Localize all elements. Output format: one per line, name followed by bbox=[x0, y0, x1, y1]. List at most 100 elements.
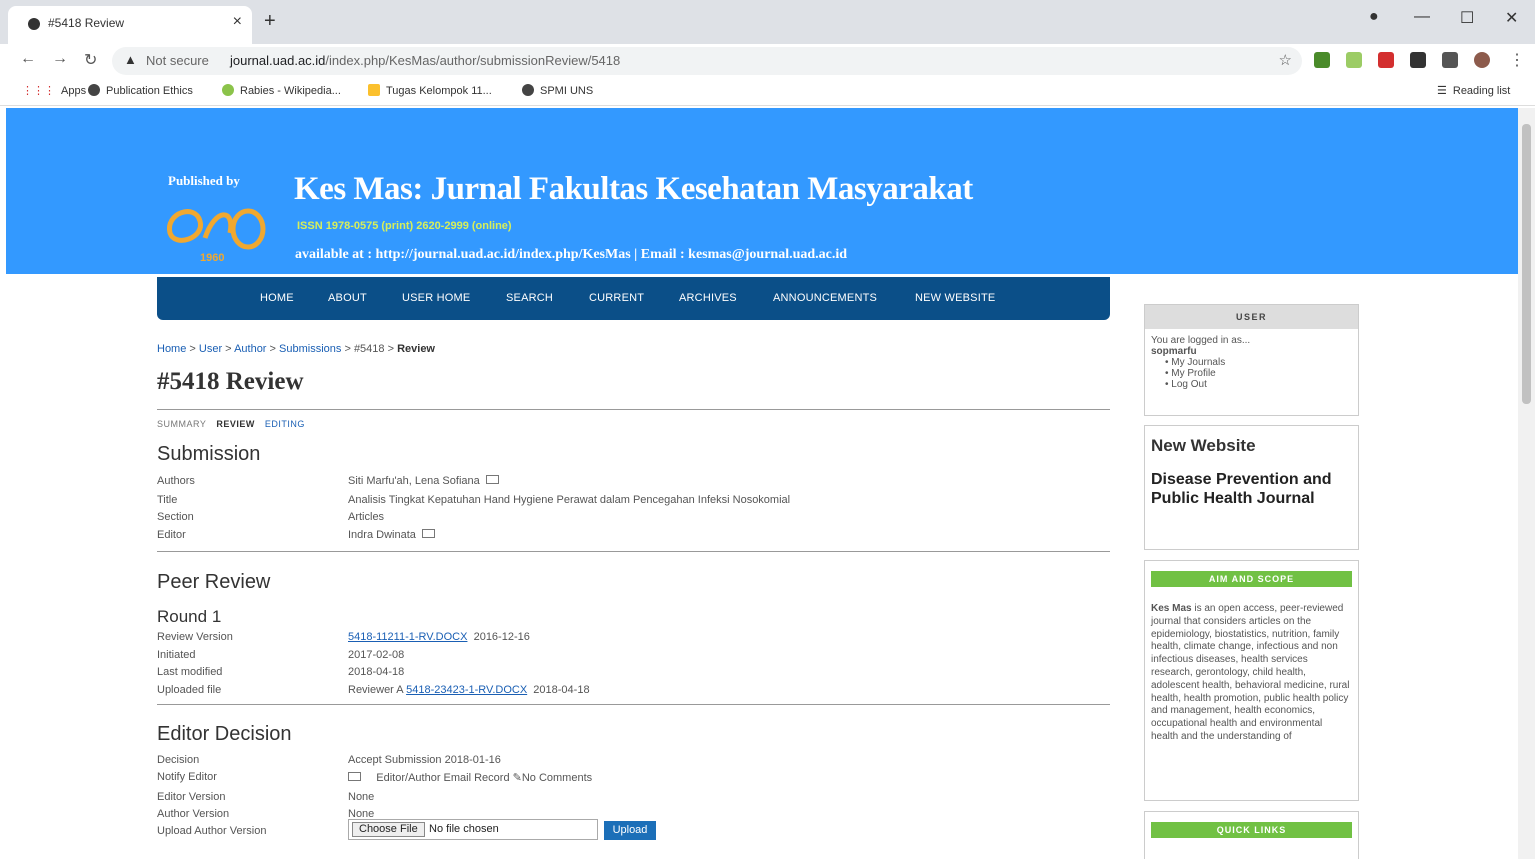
breadcrumb-author[interactable]: Author bbox=[234, 343, 266, 355]
breadcrumb-home[interactable]: Home bbox=[157, 343, 186, 355]
new-tab-button[interactable]: + bbox=[264, 10, 276, 33]
menu-icon[interactable]: ⋮ bbox=[1509, 50, 1525, 70]
quick-links-heading: QUICK LINKS bbox=[1151, 822, 1352, 838]
notify-editor-value: Editor/Author Email Record ✎No Comments bbox=[348, 771, 592, 784]
nav-announcements[interactable]: ANNOUNCEMENTS bbox=[773, 292, 877, 304]
tab-title: #5418 Review bbox=[48, 16, 125, 30]
notify-editor-label: Notify Editor bbox=[157, 771, 217, 783]
logo-year: 1960 bbox=[200, 252, 224, 263]
review-version-link[interactable]: 5418-11211-1-RV.DOCX bbox=[348, 631, 467, 643]
nav-home[interactable]: HOME bbox=[260, 292, 294, 304]
close-window-icon[interactable]: ✕ bbox=[1505, 8, 1518, 28]
review-version-label: Review Version bbox=[157, 631, 233, 643]
tab-editing[interactable]: EDITING bbox=[265, 419, 305, 429]
initiated-label: Initiated bbox=[157, 649, 196, 661]
puzzle-icon[interactable] bbox=[1410, 52, 1426, 68]
back-icon[interactable]: ← bbox=[20, 50, 36, 68]
forward-icon[interactable]: → bbox=[52, 50, 68, 68]
address-bar[interactable]: ▲ Not secure journal.uad.ac.id/index.php… bbox=[112, 47, 1302, 75]
profile-menu-icon[interactable]: ● bbox=[1369, 8, 1379, 26]
breadcrumb-submissions[interactable]: Submissions bbox=[279, 343, 341, 355]
editor-version-value: None bbox=[348, 791, 375, 803]
email-icon[interactable] bbox=[348, 772, 361, 781]
nav-new-website[interactable]: NEW WEBSITE bbox=[915, 292, 995, 304]
upload-button[interactable]: Upload bbox=[604, 821, 656, 840]
breadcrumb: Home > User > Author > Submissions > #54… bbox=[157, 343, 435, 355]
nav-current[interactable]: CURRENT bbox=[589, 292, 644, 304]
pdf-extension-icon[interactable] bbox=[1378, 52, 1394, 68]
browser-toolbar: ← → ↻ ▲ Not secure journal.uad.ac.id/ind… bbox=[0, 44, 1535, 78]
nav-user-home[interactable]: USER HOME bbox=[402, 292, 470, 304]
breadcrumb-id: #5418 bbox=[353, 343, 385, 355]
extension-icon[interactable] bbox=[1346, 52, 1362, 68]
browser-tab[interactable]: #5418 Review × bbox=[8, 6, 252, 44]
title-label: Title bbox=[157, 494, 178, 506]
my-profile-link[interactable]: My Profile bbox=[1165, 368, 1352, 379]
reload-icon[interactable]: ↻ bbox=[84, 50, 97, 70]
bookmark-item[interactable]: SPMI UNS bbox=[522, 84, 593, 97]
author-version-label: Author Version bbox=[157, 808, 230, 820]
new-website-link[interactable]: Disease Prevention and Public Health Jou… bbox=[1145, 456, 1358, 508]
url-text: journal.uad.ac.id/index.php/KesMas/autho… bbox=[230, 53, 621, 68]
decision-label: Decision bbox=[157, 754, 200, 766]
bookmark-apps[interactable]: ⋮⋮⋮ Apps bbox=[22, 84, 86, 97]
tab-bar: #5418 Review × + ● — ☐ ✕ bbox=[0, 0, 1535, 44]
scrollbar-thumb[interactable] bbox=[1522, 124, 1531, 404]
divider bbox=[157, 551, 1110, 552]
upload-author-version-label: Upload Author Version bbox=[157, 825, 267, 837]
avatar[interactable] bbox=[1474, 52, 1490, 68]
no-file-text: No file chosen bbox=[429, 823, 499, 835]
title-value: Analisis Tingkat Kepatuhan Hand Hygiene … bbox=[348, 494, 791, 506]
email-icon[interactable] bbox=[485, 475, 499, 484]
log-out-link[interactable]: Log Out bbox=[1165, 379, 1352, 390]
media-icon[interactable] bbox=[1442, 52, 1458, 68]
favicon-icon bbox=[28, 18, 40, 30]
nav-about[interactable]: ABOUT bbox=[328, 292, 367, 304]
user-box-heading: USER bbox=[1145, 305, 1358, 329]
my-journals-link[interactable]: My Journals bbox=[1165, 357, 1352, 368]
bookmark-item[interactable]: Rabies - Wikipedia... bbox=[222, 84, 341, 97]
breadcrumb-user[interactable]: User bbox=[199, 343, 222, 355]
main-nav: HOME ABOUT USER HOME SEARCH CURRENT ARCH… bbox=[157, 277, 1110, 320]
journal-title: Kes Mas: Jurnal Fakultas Kesehatan Masya… bbox=[294, 171, 973, 207]
uad-logo: 1960 bbox=[167, 208, 266, 263]
review-version-value: 5418-11211-1-RV.DOCX 2016-12-16 bbox=[348, 631, 530, 643]
breadcrumb-current: Review bbox=[397, 343, 435, 355]
quick-links-box: QUICK LINKS bbox=[1144, 811, 1359, 859]
authors-value: Siti Marfu'ah, Lena Sofiana bbox=[348, 475, 499, 487]
comment-icon[interactable]: ✎ bbox=[513, 772, 522, 784]
bookmark-item[interactable]: Publication Ethics bbox=[88, 84, 193, 97]
section-value: Articles bbox=[348, 511, 385, 523]
aim-scope-heading: AIM AND SCOPE bbox=[1151, 571, 1352, 587]
bookmarks-bar: ⋮⋮⋮ Apps Publication Ethics Rabies - Wiki… bbox=[0, 78, 1535, 106]
nav-search[interactable]: SEARCH bbox=[506, 292, 553, 304]
uploaded-file-link[interactable]: 5418-23423-1-RV.DOCX bbox=[406, 684, 527, 696]
editor-label: Editor bbox=[157, 529, 186, 541]
tab-close-icon[interactable]: × bbox=[233, 13, 242, 31]
published-by-label: Published by bbox=[168, 173, 240, 188]
divider bbox=[157, 704, 1110, 705]
email-icon[interactable] bbox=[421, 529, 435, 538]
uploaded-file-label: Uploaded file bbox=[157, 684, 222, 696]
star-icon[interactable]: ☆ bbox=[1279, 51, 1292, 69]
not-secure-label: Not secure bbox=[146, 53, 209, 68]
page-scrollbar[interactable] bbox=[1518, 108, 1535, 859]
submission-tabs: SUMMARY REVIEW EDITING bbox=[157, 419, 315, 429]
file-input[interactable]: Choose File No file chosen bbox=[348, 819, 598, 840]
extension-icon[interactable] bbox=[1314, 52, 1330, 68]
tab-summary[interactable]: SUMMARY bbox=[157, 419, 206, 429]
warning-icon: ▲ bbox=[124, 52, 137, 67]
reading-list-button[interactable]: ☰ Reading list bbox=[1437, 84, 1510, 97]
minimize-icon[interactable]: — bbox=[1414, 8, 1430, 26]
section-label: Section bbox=[157, 511, 194, 523]
availability-text: available at : http://journal.uad.ac.id/… bbox=[295, 247, 848, 262]
choose-file-button[interactable]: Choose File bbox=[352, 822, 425, 837]
tab-review[interactable]: REVIEW bbox=[216, 419, 255, 429]
maximize-icon[interactable]: ☐ bbox=[1460, 8, 1474, 28]
new-website-box: New Website Disease Prevention and Publi… bbox=[1144, 425, 1359, 550]
username: sopmarfu bbox=[1151, 346, 1197, 357]
last-modified-label: Last modified bbox=[157, 666, 223, 678]
nav-archives[interactable]: ARCHIVES bbox=[679, 292, 737, 304]
comments-text: No Comments bbox=[521, 772, 593, 784]
bookmark-item[interactable]: Tugas Kelompok 11... bbox=[368, 84, 492, 97]
